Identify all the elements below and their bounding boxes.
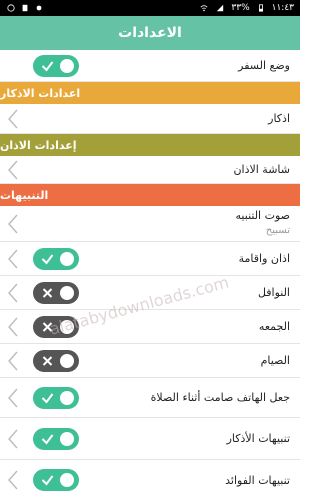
adhan-screen-label: شاشة الاذان [233, 163, 290, 176]
chevron-left-icon [8, 351, 18, 371]
chevron-left-icon [8, 160, 18, 180]
notification-icon [22, 4, 28, 12]
section-adhkar-settings: اعدادات الاذكار [0, 82, 300, 104]
silent-prayer-label: جعل الهاتف صامت أثناء الصلاة [150, 391, 290, 404]
toggle-knob [60, 473, 74, 487]
chevron-left-icon [8, 317, 18, 337]
toggle-knob [60, 59, 74, 73]
app-header: الاعدادات [0, 16, 300, 50]
chevron-left-icon [8, 388, 18, 408]
siyam-label: الصيام [260, 354, 290, 367]
chevron-left-icon [8, 429, 18, 449]
toggle-knob [60, 354, 74, 368]
benefits-alerts-toggle[interactable] [33, 469, 79, 491]
x-icon [42, 288, 53, 298]
clock-text: ١١:٤٣ [271, 3, 294, 13]
app-icon [36, 5, 42, 11]
battery-icon [258, 4, 263, 12]
silent-prayer-row[interactable]: جعل الهاتف صامت أثناء الصلاة [0, 378, 300, 418]
chevron-left-icon [8, 109, 18, 129]
toggle-knob [60, 286, 74, 300]
section-adhan-settings: إعدادات الاذان [0, 134, 300, 156]
check-icon [41, 434, 54, 445]
section-adhan-settings-title: إعدادات الاذان [0, 138, 77, 152]
jumuah-label: الجمعه [258, 320, 290, 333]
alert-sound-row[interactable]: صوت التنبيه تسبيح [0, 206, 300, 242]
adhkar-label: اذكار [268, 112, 290, 125]
benefits-alerts-row[interactable]: تنبيهات الفوائد [0, 460, 300, 500]
status-bar: ٣٣% ١١:٤٣ [0, 0, 300, 16]
travel-mode-row[interactable]: وضع السفر [0, 50, 300, 82]
travel-mode-label: وضع السفر [238, 59, 290, 72]
section-adhkar-settings-title: اعدادات الاذكار [0, 86, 81, 100]
check-icon [41, 254, 54, 265]
benefits-alerts-label: تنبيهات الفوائد [225, 473, 290, 487]
travel-mode-toggle[interactable] [33, 55, 79, 77]
adhan-iqama-toggle[interactable] [33, 248, 79, 270]
x-icon [42, 356, 53, 366]
whatsapp-icon [7, 4, 15, 12]
siyam-row[interactable]: الصيام [0, 344, 300, 378]
chevron-left-icon [8, 249, 18, 269]
chevron-left-icon [8, 470, 18, 490]
jumuah-row[interactable]: الجمعه [0, 310, 300, 344]
toggle-knob [60, 391, 74, 405]
siyam-toggle[interactable] [33, 350, 79, 372]
check-icon [41, 61, 54, 72]
adhkar-alerts-toggle[interactable] [33, 428, 79, 450]
alert-sound-label: صوت التنبيه [235, 209, 290, 222]
nawafil-label: النوافل [257, 286, 290, 299]
check-icon [41, 475, 54, 486]
adhkar-alerts-label: تنبيهات الأذكار [226, 432, 290, 445]
adhkar-alerts-row[interactable]: تنبيهات الأذكار [0, 418, 300, 460]
wifi-icon [200, 5, 208, 12]
adhkar-row[interactable]: اذكار [0, 104, 300, 134]
alert-sound-value: تسبيح [265, 225, 290, 236]
silent-prayer-toggle[interactable] [33, 387, 79, 409]
nawafil-toggle[interactable] [33, 282, 79, 304]
toggle-knob [60, 252, 74, 266]
toggle-knob [60, 432, 74, 446]
adhan-screen-row[interactable]: شاشة الاذان [0, 156, 300, 184]
page-title: الاعدادات [118, 25, 182, 41]
chevron-left-icon [8, 214, 18, 234]
battery-text: ٣٣% [231, 3, 250, 13]
chevron-left-icon [8, 283, 18, 303]
section-alerts-title: التنبيهات [0, 188, 49, 202]
section-alerts: التنبيهات [0, 184, 300, 206]
signal-icon [217, 4, 224, 12]
check-icon [41, 393, 54, 404]
